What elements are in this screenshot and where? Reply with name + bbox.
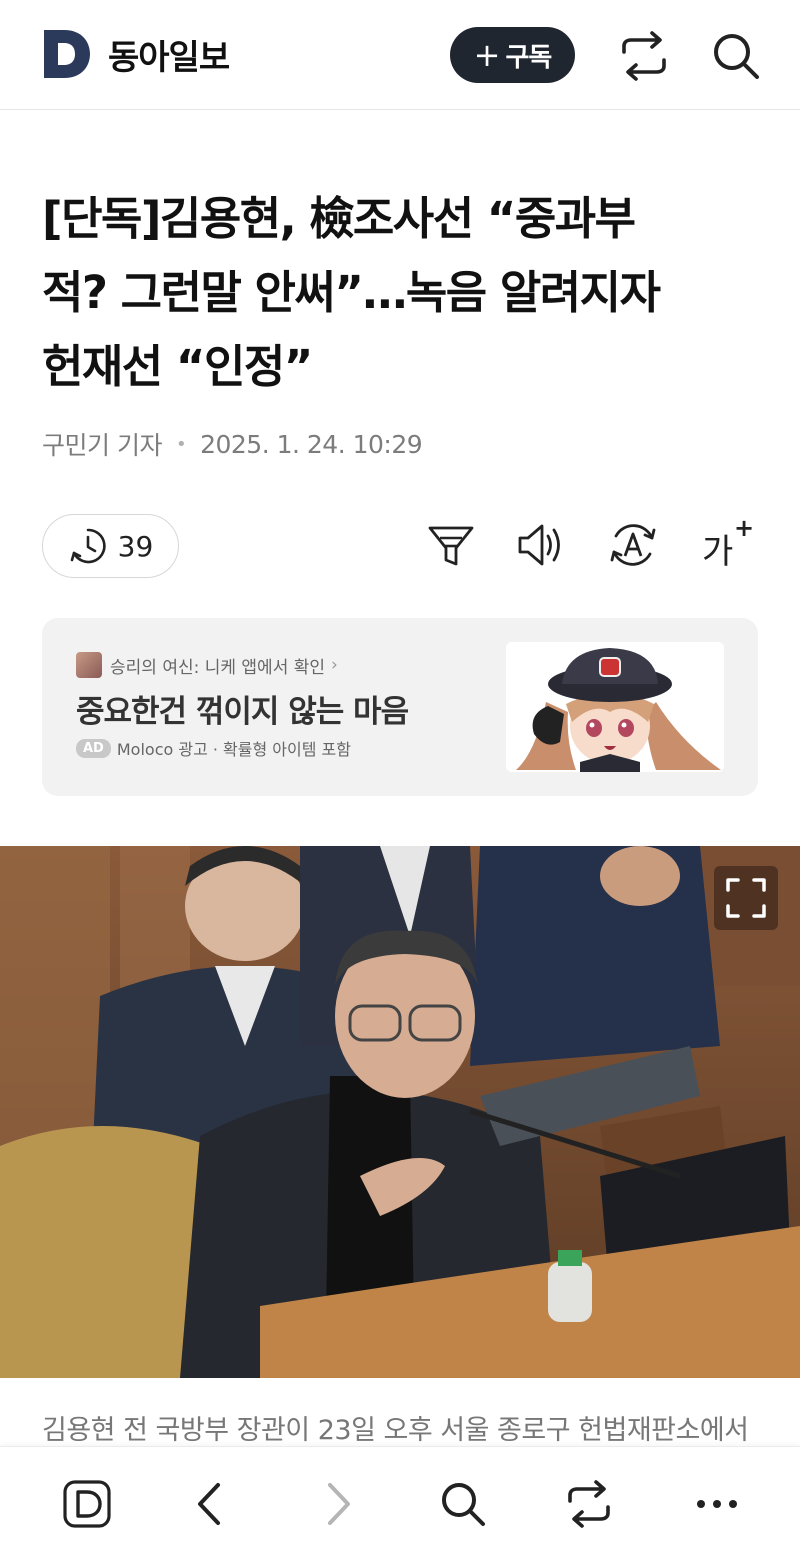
byline: 구민기 기자 • 2025. 1. 24. 10:29	[42, 426, 423, 462]
plus-icon: +	[473, 36, 501, 74]
ad-headline[interactable]: 중요한건 꺾이지 않는 마음	[76, 686, 409, 731]
title-line: 헌재선 “인정”	[42, 340, 313, 393]
ad-app-avatar	[76, 652, 102, 678]
logo-d-icon	[44, 30, 90, 78]
plus-icon: +	[734, 514, 755, 542]
publish-date: 2025. 1. 24. 10:29	[200, 429, 423, 459]
photo-parliament-hearing	[0, 846, 800, 1378]
font-size-label: 가	[702, 532, 734, 572]
title-line: 적? 그런말 안써”…녹음 알려지자	[42, 266, 661, 319]
article-title: [단독]김용현, 檢조사선 “중과부 적? 그런말 안써”…녹음 알려지자 헌재…	[42, 182, 758, 404]
ad-source[interactable]: 승리의 여신: 니케 앱에서 확인 ›	[76, 652, 338, 678]
subscribe-label: 구독	[505, 42, 552, 73]
speaker-icon[interactable]	[516, 520, 566, 570]
history-button[interactable]: 39	[42, 514, 179, 578]
title-line: [단독]김용현, 檢조사선 “중과부	[42, 192, 636, 245]
logo[interactable]: 동아일보	[42, 28, 230, 80]
share-icon[interactable]	[618, 30, 670, 82]
bottom-navigation-bar	[0, 1446, 800, 1561]
article-photo[interactable]	[0, 846, 800, 1378]
chevron-right-icon: ›	[331, 655, 338, 675]
expand-icon[interactable]	[714, 866, 778, 930]
forward-icon[interactable]	[312, 1479, 362, 1529]
ad-badge: AD	[76, 738, 111, 758]
search-icon[interactable]	[710, 30, 762, 82]
ad-image[interactable]	[506, 642, 724, 772]
share-icon[interactable]	[564, 1479, 614, 1529]
ad-banner[interactable]: 승리의 여신: 니케 앱에서 확인 › 중요한건 꺾이지 않는 마음 AD Mo…	[42, 618, 758, 796]
history-count: 39	[117, 529, 154, 563]
author-name[interactable]: 구민기 기자	[42, 426, 162, 462]
ad-source-label: 승리의 여신: 니케 앱에서 확인	[110, 657, 326, 678]
anime-character-illustration	[506, 642, 724, 772]
ad-meta: AD Moloco 광고 · 확률형 아이템 포함	[76, 736, 351, 760]
subscribe-button[interactable]: + 구독	[450, 27, 575, 83]
font-size-button[interactable]: 가 +	[700, 514, 756, 572]
translate-icon[interactable]	[608, 520, 658, 570]
back-icon[interactable]	[186, 1479, 236, 1529]
photo-caption: 김용현 전 국방부 장관이 23일 오후 서울 종로구 헌법재판소에서	[42, 1415, 749, 1446]
top-header: 동아일보 + 구독	[0, 0, 800, 110]
home-d-icon[interactable]	[62, 1479, 112, 1529]
separator-dot: •	[175, 433, 187, 455]
search-icon[interactable]	[438, 1479, 488, 1529]
ad-meta-text: Moloco 광고 · 확률형 아이템 포함	[116, 740, 351, 759]
app-name: 동아일보	[108, 37, 230, 78]
filter-icon[interactable]	[426, 520, 476, 570]
more-icon[interactable]	[692, 1479, 742, 1529]
history-icon	[70, 528, 106, 564]
